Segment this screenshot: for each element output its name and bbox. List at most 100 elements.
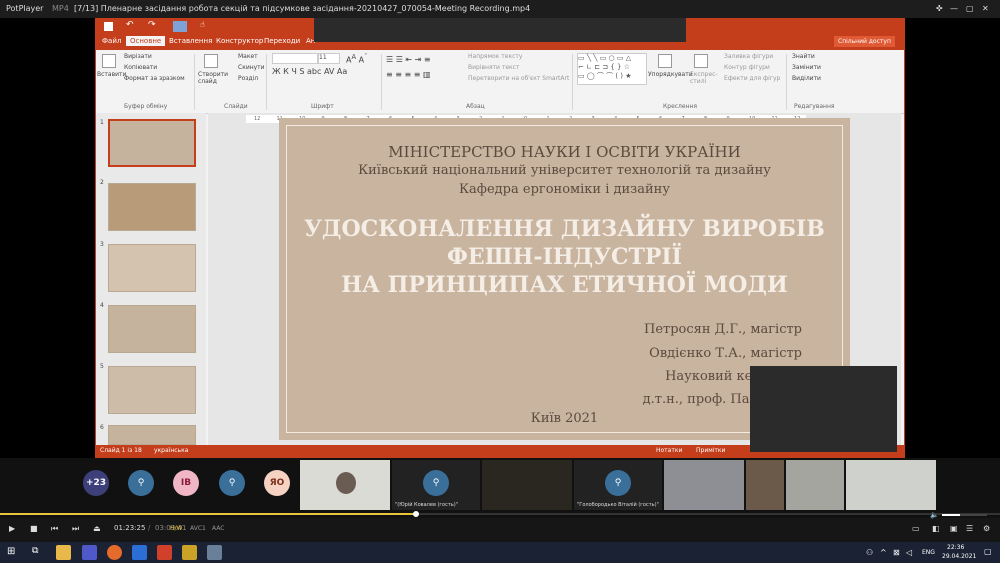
windows-start-icon[interactable]: ⊞ [7,546,15,557]
replace-button[interactable]: Замінити [792,64,821,71]
arrange-button[interactable]: Упорядкувати [648,71,693,78]
slide-thumbnail-3[interactable] [108,244,196,292]
slide-thumbnail-5[interactable] [108,366,196,414]
codec-hw[interactable]: H/W [170,525,182,532]
slide-thumbnail-4[interactable] [108,305,196,353]
touch-mode-icon[interactable]: ☝ [200,20,205,29]
quick-styles-icon[interactable] [694,54,708,68]
font-style-icons[interactable]: Ж К Ч S abc AV Aa [272,67,347,76]
network-icon[interactable]: ⊠ [893,548,900,557]
tab-transitions[interactable]: Переходи [264,37,300,45]
language-indicator[interactable]: ENG [922,549,935,556]
powerpoint-icon[interactable] [157,545,172,560]
quick-styles-button[interactable]: Експрес-стилі [690,71,718,85]
settings-icon[interactable]: ⚙ [983,524,990,533]
cut-button[interactable]: Вирізати [124,53,152,60]
previous-icon[interactable]: ⏮ [51,524,58,534]
volume-slider[interactable] [942,514,987,516]
maximize-icon[interactable]: ▢ [966,4,974,13]
more-participants-badge[interactable]: +23 [83,470,109,496]
align-text-button[interactable]: Вирівняти текст [468,64,519,71]
paste-button[interactable]: Вставити [97,71,126,78]
word-icon[interactable] [132,545,147,560]
font-size-input[interactable]: 11 [318,53,340,64]
comments-button[interactable]: Примітки [696,447,725,454]
reset-button[interactable]: Скинути [238,64,265,71]
potplayer-icon[interactable] [182,545,197,560]
slide-thumbnail-6[interactable] [108,425,196,445]
speaker-icon[interactable]: ◁ [906,548,912,557]
new-slide-button[interactable]: Створити слайд [198,71,228,85]
next-icon[interactable]: ⏭ [72,524,79,534]
arrange-icon[interactable] [658,54,672,68]
playlist-icon[interactable]: ☰ [966,524,973,533]
participant-video-2[interactable]: ⚲ "(Юрій Ковалев (гость)" [392,460,480,510]
slide-thumbnail-2[interactable] [108,183,196,231]
text-direction-button[interactable]: Напрямок тексту [468,53,522,60]
seek-handle[interactable] [413,511,419,517]
close-icon[interactable]: ✕ [982,4,989,13]
app-name[interactable]: PotPlayer [6,4,43,13]
avatar[interactable]: ⚲ [128,470,154,496]
select-button[interactable]: Виділити [792,75,821,82]
subtitles-icon[interactable]: ▭ [912,524,920,533]
tab-insert[interactable]: Вставлення [169,37,212,45]
shape-outline-button[interactable]: Контур фігури [724,64,770,71]
shapes-gallery[interactable]: ▭ ╲ ╲ ▭ ○ ▭ △ ⌐ ∟ ⊏ ⊐ { } ☆ ▭ ◯ ⌒ ⌒ ( ) ★ [577,53,647,85]
avatar[interactable]: ІВ [173,470,199,496]
file-explorer-icon[interactable] [56,545,71,560]
firefox-icon[interactable] [107,545,122,560]
minimize-icon[interactable]: — [950,4,958,13]
play-icon[interactable]: ▶ [9,524,15,533]
notes-button[interactable]: Нотатки [656,447,682,454]
task-view-icon[interactable]: ⧉ [32,546,38,556]
paste-icon[interactable] [102,54,116,68]
language-indicator[interactable]: українська [154,447,188,454]
participant-video-1[interactable] [300,460,390,510]
share-button[interactable]: Спільний доступ [834,36,895,47]
capture-icon[interactable]: ▣ [950,524,958,533]
present-icon[interactable] [173,21,187,32]
participant-video-6[interactable] [746,460,784,510]
avatar[interactable]: ⚲ [219,470,245,496]
shape-effects-button[interactable]: Ефекти для фігур [724,75,780,82]
font-family-input[interactable] [272,53,318,64]
participant-video-3[interactable] [482,460,572,510]
save-icon[interactable] [104,22,113,31]
avatar[interactable]: ЯО [264,470,290,496]
participant-video-5[interactable] [664,460,744,510]
redo-icon[interactable]: ↷ [148,20,156,30]
new-slide-icon[interactable] [204,54,218,68]
clock-date[interactable]: 29.04.2021 [942,553,976,560]
smartart-button[interactable]: Перетворити на об'єкт SmartArt [468,75,569,82]
slide-thumbnail-1[interactable] [108,119,196,167]
find-button[interactable]: Знайти [792,53,815,60]
participant-video-7[interactable] [786,460,844,510]
app-icon[interactable] [207,545,222,560]
eject-icon[interactable]: ⏏ [93,524,101,533]
notifications-icon[interactable]: ▢ [984,547,992,556]
copy-button[interactable]: Копіювати [124,64,157,71]
teams-icon[interactable] [82,545,97,560]
clock-time[interactable]: 22:36 [947,544,964,551]
volume-icon[interactable]: 🔈 [930,511,939,519]
seek-bar[interactable] [0,510,1000,518]
align-icons[interactable]: ≡ ≡ ≡ ≡ ▥ [386,70,431,79]
layout-button[interactable]: Макет [238,53,258,60]
participant-video-4[interactable]: ⚲ "Голобородько Віталій (гость)" [574,460,662,510]
list-icons[interactable]: ☰ ☰ ⇤ ⇥ ≡ [386,55,431,64]
participant-video-8[interactable] [846,460,936,510]
stop-icon[interactable]: ■ [30,524,38,533]
tray-chevron-icon[interactable]: ^ [880,548,887,557]
undo-icon[interactable]: ↶ [126,20,134,30]
section-button[interactable]: Розділ [238,75,258,82]
format-painter-button[interactable]: Формат за зразком [124,75,185,82]
grow-font-icon[interactable]: AA Aˇ [346,53,367,65]
pin-icon[interactable]: ✜ [936,4,943,13]
tab-home[interactable]: Основне [126,36,166,46]
shape-fill-button[interactable]: Заливка фігури [724,53,773,60]
3d-icon[interactable]: ◧ [932,524,940,533]
tab-file[interactable]: Файл [102,37,121,45]
people-icon[interactable]: ⚇ [866,548,873,557]
tab-design[interactable]: Конструктор [216,37,263,45]
